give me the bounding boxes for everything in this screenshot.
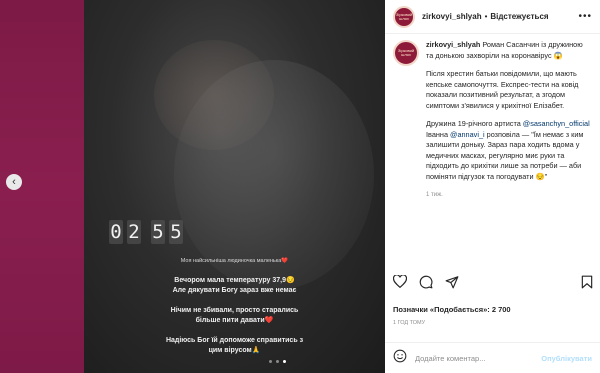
blanket: [174, 60, 374, 290]
mention-link[interactable]: @annavi_i: [450, 130, 485, 139]
timer-digit: 2: [127, 220, 141, 244]
comment-icon[interactable]: [419, 275, 433, 294]
follow-status-button[interactable]: Відстежується: [490, 12, 548, 21]
caption-text-part: Дружина 19-річного артиста: [426, 119, 523, 128]
carousel-dot-active[interactable]: [283, 360, 286, 363]
post-image: 0 2 5 5 Моя найсильніша людиночка малень…: [84, 0, 385, 373]
story-text-line: цим вірусом🙏: [208, 347, 261, 354]
avatar[interactable]: Зірковий шлях: [393, 40, 419, 66]
share-icon[interactable]: [445, 275, 459, 294]
carousel-dots: [269, 360, 286, 363]
publish-button[interactable]: Опублікувати: [541, 354, 592, 363]
post-header: Зірковий шлях zirkovyi_shlyah • Відстежу…: [385, 0, 600, 34]
caption: Зірковий шлях zirkovyi_shlyah Роман Саса…: [393, 40, 593, 201]
caption-area: Зірковий шлях zirkovyi_shlyah Роман Саса…: [393, 40, 593, 264]
story-text-line: більше пити давати❤️: [195, 317, 274, 324]
story-text-line: Вечором мала температуру 37,9😔: [174, 277, 295, 284]
post-sidebar: Зірковий шлях zirkovyi_shlyah • Відстежу…: [385, 0, 600, 373]
action-bar: [392, 274, 593, 294]
caption-text: zirkovyi_shlyah Роман Сасанчин із дружин…: [426, 40, 591, 201]
carousel-dot[interactable]: [276, 360, 279, 363]
mention-link[interactable]: @sasanchyn_official: [523, 119, 590, 128]
story-timer: 0 2 5 5: [109, 220, 183, 244]
avatar[interactable]: Зірковий шлях: [393, 5, 415, 28]
post-time[interactable]: 1 год тому: [393, 320, 425, 326]
likes-count[interactable]: Позначки «Подобається»: 2 700: [393, 305, 511, 314]
likes-label: Позначки «Подобається»: 2 700: [393, 305, 511, 314]
story-text-line: Але дякувати Богу зараз вже немає: [172, 287, 297, 294]
caption-username[interactable]: zirkovyi_shlyah: [426, 40, 480, 49]
post-viewer: ‹ 0 2 5 5 Моя найсильніша людиночка мале…: [0, 0, 600, 373]
timer-digit: 5: [151, 220, 165, 244]
timer-digit: 5: [169, 220, 183, 244]
caption-paragraph: Дружина 19-річного артиста @sasanchyn_of…: [426, 119, 591, 182]
story-small-caption: Моя найсильніша людиночка маленька❤️: [180, 258, 289, 264]
bookmark-icon[interactable]: [581, 275, 593, 294]
story-text-line: Надіюсь Бог їй допоможе справитись з: [165, 337, 304, 344]
more-dots-icon[interactable]: •••: [578, 11, 592, 22]
username-link[interactable]: zirkovyi_shlyah: [422, 12, 482, 21]
chevron-left-icon[interactable]: ‹: [6, 174, 22, 190]
story-text-line: Нічим не збивали, просто старались: [170, 307, 299, 314]
carousel-dot[interactable]: [269, 360, 272, 363]
caption-paragraph: Після хрестин батьки повідомили, що мают…: [426, 69, 579, 110]
heart-icon[interactable]: [392, 274, 408, 293]
caption-time: 1 тиж.: [426, 192, 443, 198]
separator-dot: •: [484, 12, 488, 21]
comment-form: Опублікувати: [385, 342, 600, 373]
timer-digit: 0: [109, 220, 123, 244]
comment-input[interactable]: [415, 353, 525, 363]
smiley-icon[interactable]: [393, 349, 407, 368]
caption-text-part: Іванна: [426, 129, 451, 139]
